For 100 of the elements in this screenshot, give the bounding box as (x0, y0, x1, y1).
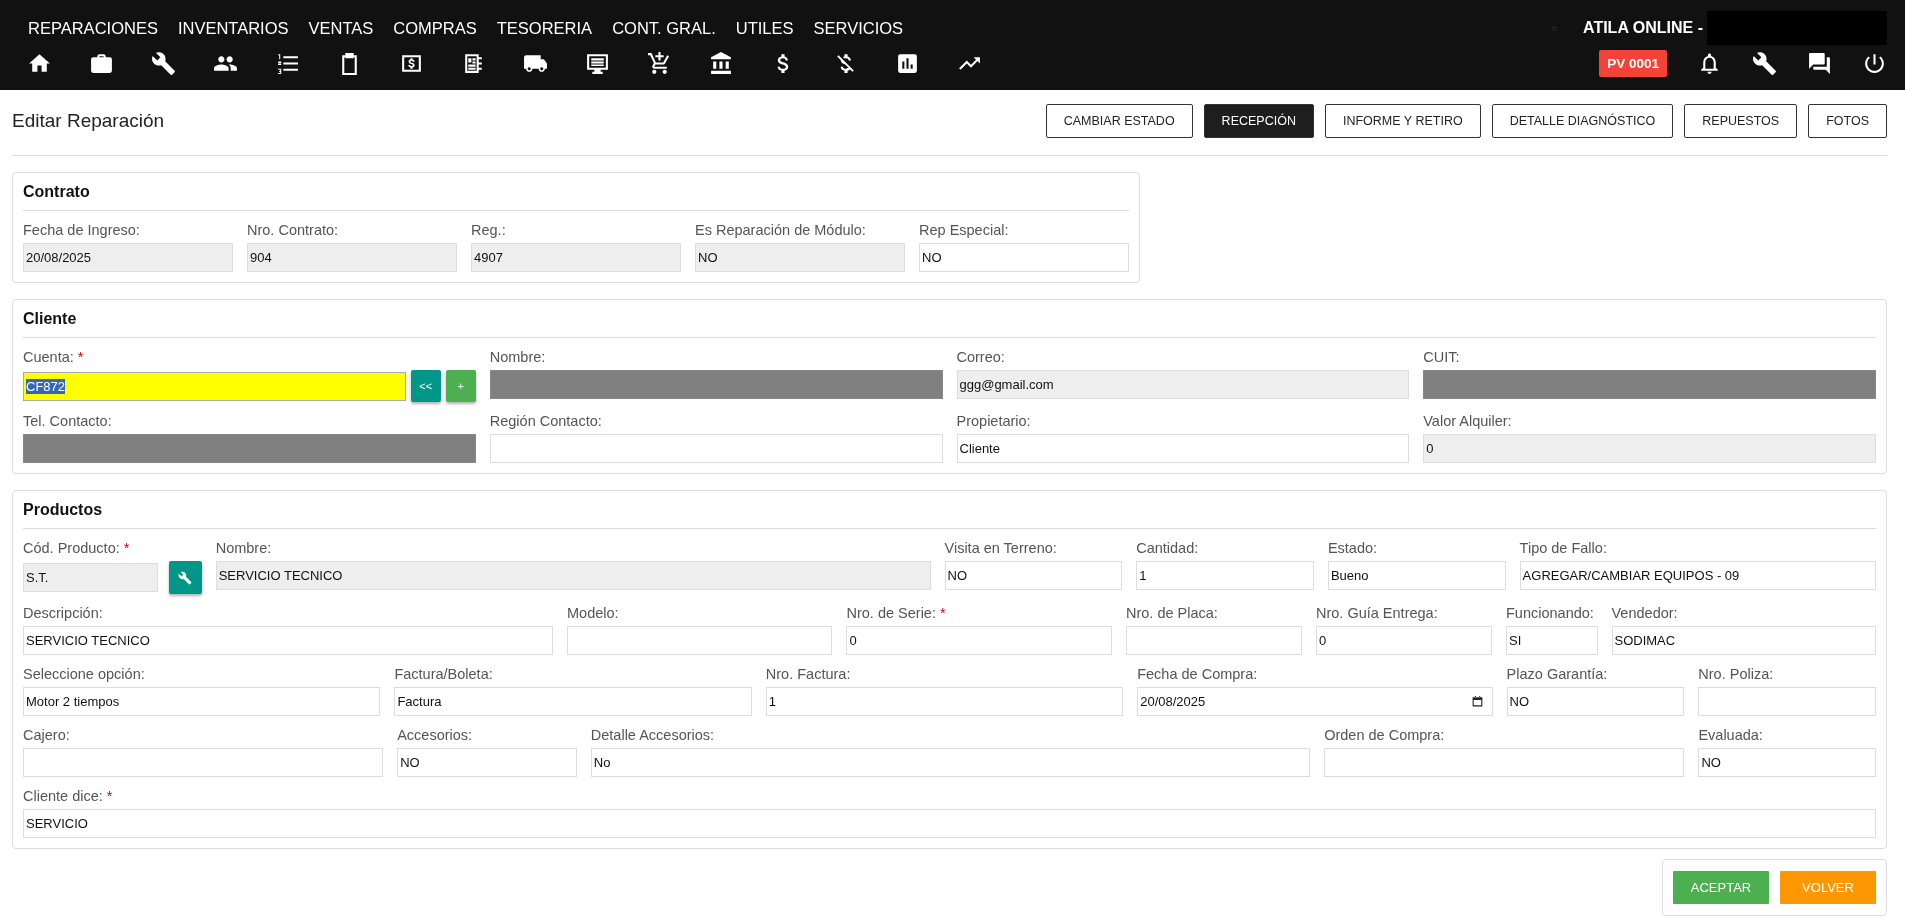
field-label: Fecha de Ingreso: (23, 221, 141, 239)
input-field[interactable] (23, 748, 384, 777)
input-field[interactable]: ggg@gmail.com (956, 370, 1410, 399)
input-field[interactable]: SI (1506, 626, 1598, 655)
input-field[interactable]: 4907 (471, 243, 681, 272)
input-field[interactable]: 0 (846, 626, 1112, 655)
field-label: Región Contacto: (489, 412, 603, 430)
input-field[interactable]: 20/08/2025 (1137, 687, 1493, 716)
input-field[interactable] (1324, 748, 1685, 777)
tab[interactable]: REPUESTOS (1684, 104, 1798, 138)
field-label: Cantidad: (1136, 539, 1200, 557)
menu-item[interactable]: TESORERIA (496, 18, 593, 38)
input-field[interactable]: Factura (394, 687, 752, 716)
input-field[interactable] (489, 434, 943, 463)
required-mark: * (77, 349, 84, 365)
redacted-field[interactable] (23, 434, 476, 463)
account-button[interactable]: << (410, 370, 441, 402)
field-label: Seleccione opción: (23, 665, 146, 683)
input-field[interactable]: SERVICIO (23, 809, 1876, 838)
user-name: ATILA ONLINE - (1583, 19, 1703, 37)
field-label: Evaluada: (1698, 726, 1764, 744)
field-label: Factura/Boleta: (394, 665, 494, 683)
field-label: Orden de Compra: (1324, 726, 1446, 744)
field-label: Funcionando: (1506, 604, 1595, 622)
cart-plus-icon[interactable] (647, 51, 672, 76)
input-field[interactable]: 1 (765, 687, 1124, 716)
menu-item[interactable]: REPARACIONES (28, 18, 158, 38)
input-field[interactable]: Motor 2 tiempos (23, 687, 381, 716)
input-field[interactable]: NO (397, 748, 577, 777)
power-icon[interactable] (1862, 51, 1887, 76)
input-field[interactable]: AGREGAR/CAMBIAR EQUIPOS - 09 (1519, 561, 1876, 590)
input-field[interactable] (567, 626, 833, 655)
field-label: Correo: (956, 348, 1006, 366)
menu-item[interactable]: UTILES (735, 18, 794, 38)
tab[interactable]: INFORME Y RETIRO (1324, 104, 1481, 138)
input-field[interactable]: SERVICIO TECNICO (215, 561, 931, 590)
input-field[interactable]: 0 (1423, 434, 1876, 463)
field-label: Modelo: (567, 604, 620, 622)
field-label: Cliente dice: * (23, 787, 114, 805)
field-label: Rep Especial: (919, 221, 1010, 239)
required-mark: * (106, 788, 113, 804)
input-field[interactable]: NO (1698, 748, 1876, 777)
search-product-button[interactable] (168, 561, 202, 594)
menu-item[interactable]: INVENTARIOS (177, 18, 289, 38)
field-label: Detalle Accesorios: (590, 726, 716, 744)
tab[interactable]: FOTOS (1808, 104, 1887, 138)
input-field[interactable]: 0 (1316, 626, 1492, 655)
input-field[interactable]: NO (944, 561, 1123, 590)
input-field[interactable]: Cliente (956, 434, 1410, 463)
wrench-icon (178, 570, 193, 585)
briefcase-icon[interactable] (89, 51, 114, 76)
input-field[interactable]: 20/08/2025 (23, 243, 233, 272)
monitor-icon[interactable] (585, 51, 610, 76)
point-of-sale-badge[interactable]: PV 0001 (1599, 50, 1667, 77)
numbered-list-icon[interactable] (275, 51, 300, 76)
page-title: Editar Reparación (12, 110, 165, 132)
section-title: Productos (23, 501, 104, 519)
input-field[interactable]: SERVICIO TECNICO (23, 626, 553, 655)
input-field[interactable]: SODIMAC (1611, 626, 1876, 655)
field-label: Vendedor: (1611, 604, 1679, 622)
tab[interactable]: DETALLE DIAGNÓSTICO (1491, 104, 1674, 138)
section-title: Contrato (23, 183, 91, 201)
menu-item[interactable]: SERVICIOS (813, 18, 904, 38)
input-field[interactable]: 904 (247, 243, 457, 272)
calendar-icon[interactable] (1470, 695, 1484, 708)
field-label: Propietario: (956, 412, 1032, 430)
bar-chart-icon[interactable] (895, 51, 920, 76)
wrench-icon[interactable] (1752, 51, 1777, 76)
input-field[interactable] (1698, 687, 1876, 716)
input-field[interactable]: NO (695, 243, 905, 272)
field-label: Plazo Garantía: (1506, 665, 1609, 683)
required-mark: * (940, 605, 946, 621)
field-label: Nombre: (215, 539, 273, 557)
input-field[interactable]: S.T. (23, 563, 158, 592)
menu-item[interactable]: COMPRAS (393, 18, 477, 38)
tab[interactable]: RECEPCIÓN (1203, 104, 1314, 138)
input-field[interactable]: NO (1506, 687, 1685, 716)
field-label: Nro. de Placa: (1126, 604, 1219, 622)
input-field[interactable]: Bueno (1327, 561, 1506, 590)
input-field[interactable]: NO (919, 243, 1129, 272)
menu-item[interactable]: CONT. GRAL. (612, 18, 716, 38)
wrench-icon[interactable] (151, 51, 176, 76)
input-field[interactable]: 1 (1136, 561, 1314, 590)
bank-icon[interactable] (709, 51, 734, 76)
redacted-field[interactable] (1423, 370, 1876, 399)
required-mark: * (123, 540, 130, 556)
input-field[interactable] (1126, 626, 1302, 655)
field-label: Nro. Poliza: (1698, 665, 1775, 683)
field-label: Nombre: (489, 348, 547, 366)
chat-icon[interactable] (1807, 51, 1832, 76)
redacted-field[interactable] (489, 370, 943, 399)
tab[interactable]: CAMBIAR ESTADO (1045, 104, 1193, 138)
field-label: Tipo de Fallo: (1519, 539, 1608, 557)
input-field[interactable]: No (590, 748, 1311, 777)
field-label: Valor Alquiler: (1423, 412, 1513, 430)
field-label: CUIT: (1423, 348, 1461, 366)
menu-item[interactable]: VENTAS (308, 18, 374, 38)
field-label: Nro. de Serie: * (846, 604, 947, 622)
field-label: Tel. Contacto: (23, 412, 113, 430)
input-field[interactable]: CF872 (23, 371, 406, 401)
